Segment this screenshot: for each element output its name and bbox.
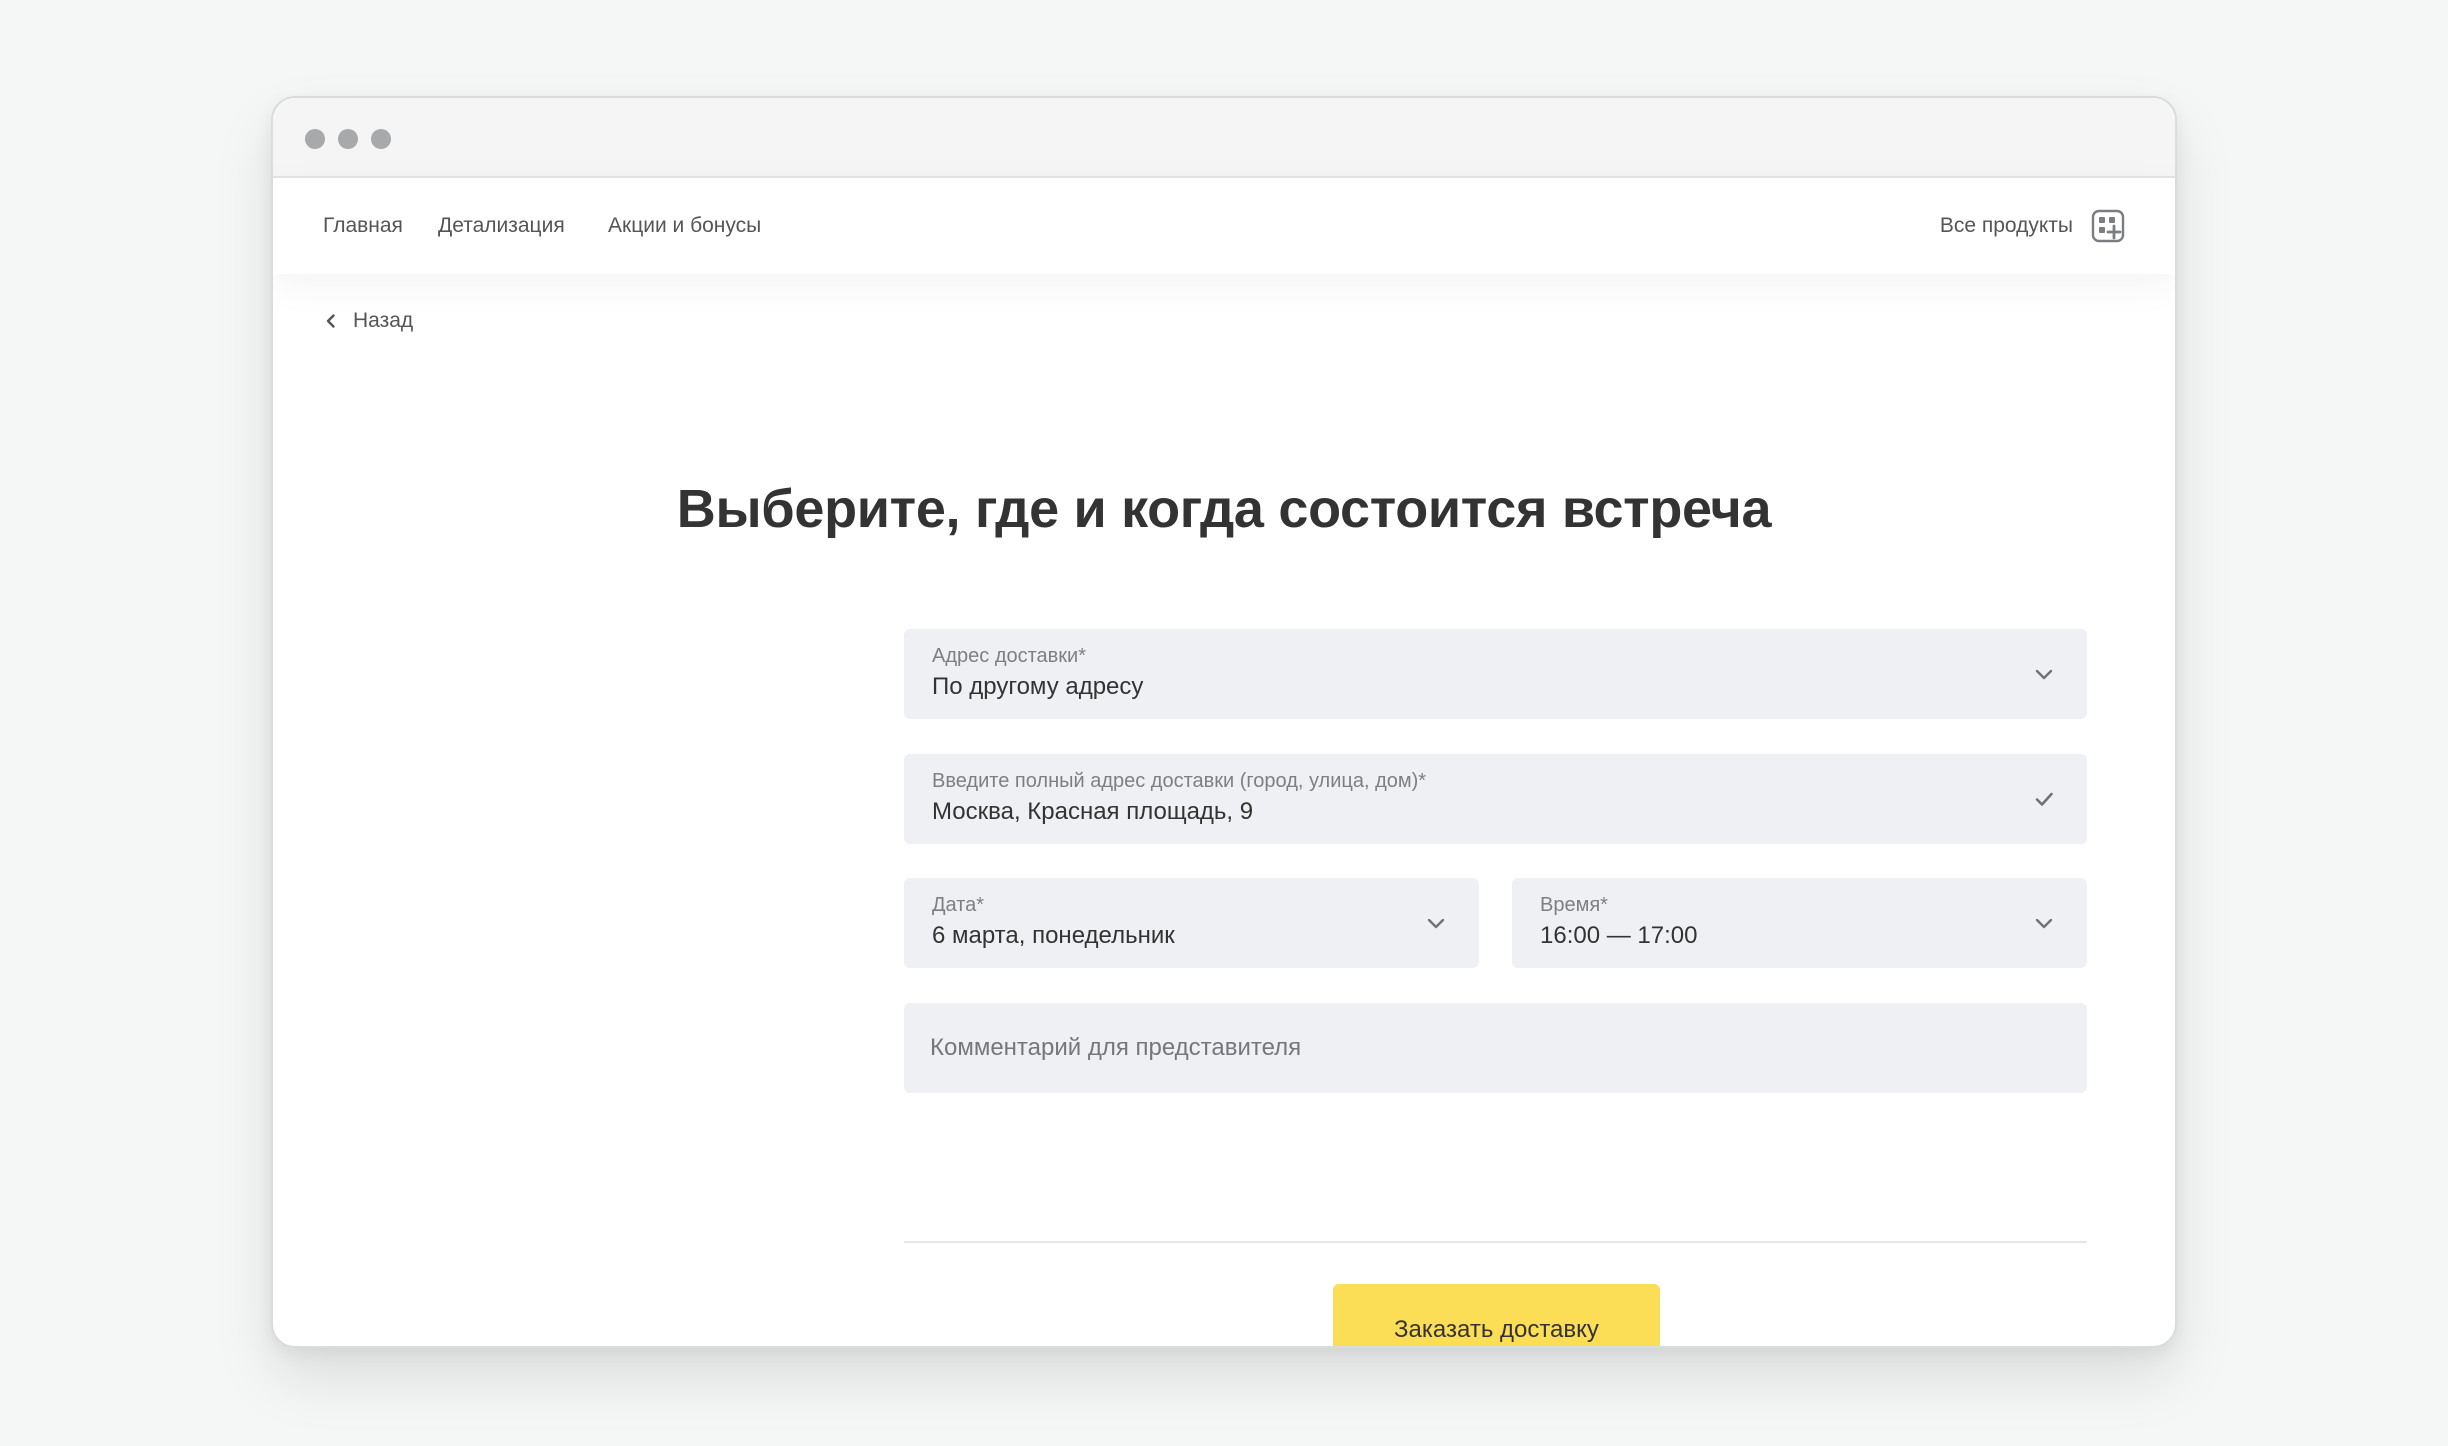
order-delivery-button[interactable]: Заказать доставку	[1333, 1284, 1660, 1346]
back-link[interactable]: Назад	[323, 306, 413, 336]
full-address-value: Москва, Красная площадь, 9	[932, 798, 1254, 825]
window-minimize-dot[interactable]	[338, 129, 358, 149]
all-products-label: Все продукты	[1939, 214, 2073, 237]
comment-input[interactable]: Комментарий для представителя	[904, 1003, 2087, 1093]
nav-link-home[interactable]: Главная	[323, 178, 403, 274]
chevron-left-icon	[326, 314, 335, 328]
delivery-address-select[interactable]: Адрес доставки* По другому адресу	[904, 629, 2087, 719]
window-close-dot[interactable]	[305, 129, 325, 149]
all-products-button[interactable]: Все продукты	[1940, 178, 2125, 274]
delivery-address-label: Адрес доставки*	[932, 645, 1086, 667]
full-address-label: Введите полный адрес доставки (город, ул…	[932, 770, 1427, 792]
top-navigation: Главная Детализация Акции и бонусы Все п…	[273, 178, 2175, 274]
window-maximize-dot[interactable]	[371, 129, 391, 149]
comment-placeholder: Комментарий для представителя	[930, 1034, 1302, 1061]
checkmark-icon	[2035, 792, 2053, 806]
time-label: Время*	[1540, 894, 1608, 916]
chevron-down-icon	[2035, 918, 2053, 929]
date-select[interactable]: Дата* 6 марта, понедельник	[904, 878, 1479, 968]
chevron-down-icon	[2035, 669, 2053, 680]
nav-link-details[interactable]: Детализация	[438, 178, 565, 274]
nav-link-promotions[interactable]: Акции и бонусы	[608, 178, 761, 274]
date-value: 6 марта, понедельник	[932, 922, 1175, 949]
form-divider	[904, 1241, 2087, 1243]
back-label: Назад	[353, 309, 414, 332]
full-address-field[interactable]: Введите полный адрес доставки (город, ул…	[904, 754, 2087, 844]
date-label: Дата*	[932, 894, 985, 916]
page-title: Выберите, где и когда состоится встреча	[676, 479, 1772, 539]
browser-window: Главная Детализация Акции и бонусы Все п…	[271, 96, 2177, 1348]
time-select[interactable]: Время* 16:00 — 17:00	[1512, 878, 2087, 968]
delivery-address-value: По другому адресу	[932, 673, 1144, 700]
chevron-down-icon	[1427, 918, 1445, 929]
title-bar	[273, 98, 2175, 178]
apps-grid-plus-icon	[2091, 209, 2125, 243]
time-value: 16:00 — 17:00	[1540, 922, 1698, 949]
